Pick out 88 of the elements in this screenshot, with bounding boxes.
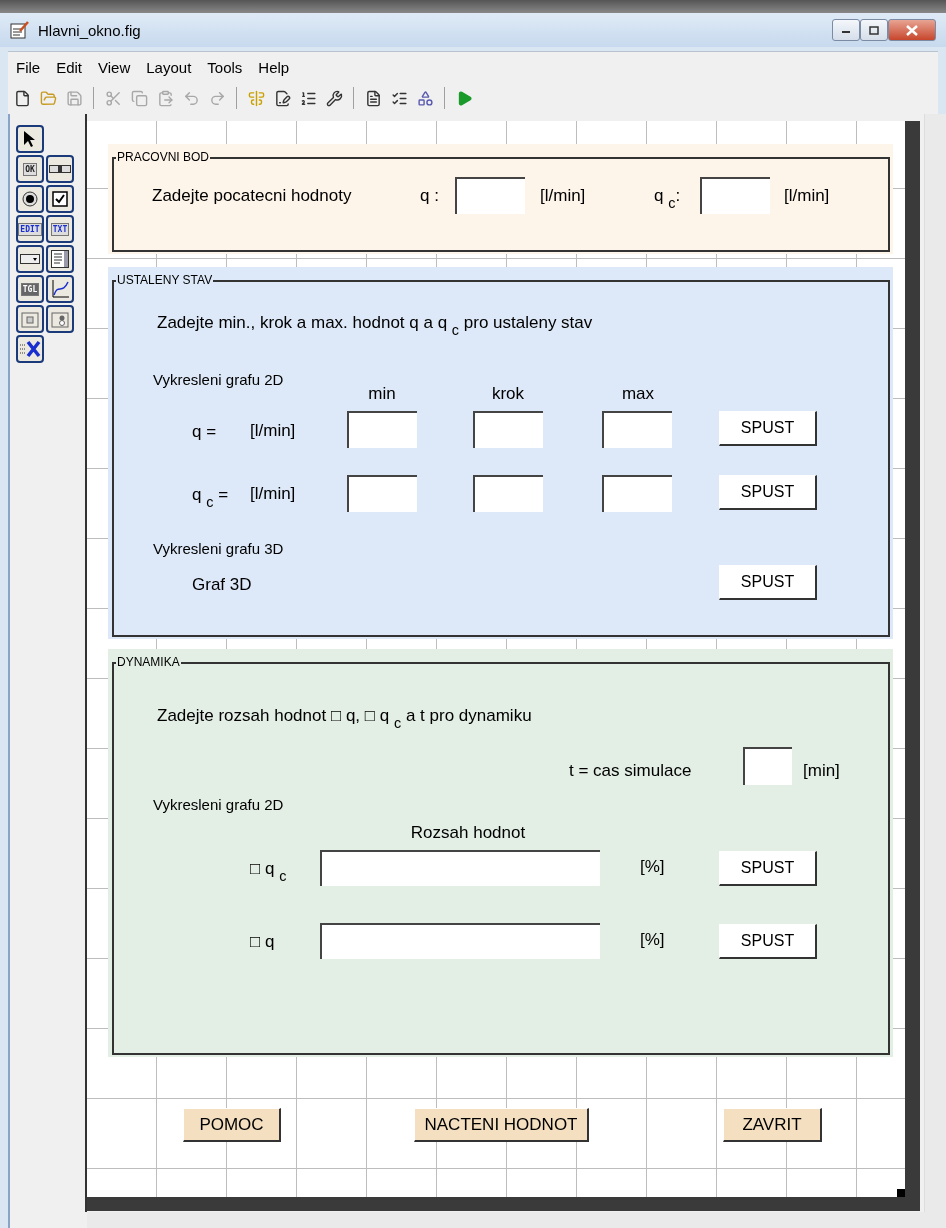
- pointer-icon: [23, 130, 37, 148]
- menu-item[interactable]: Layout: [138, 58, 200, 76]
- button-group-tool[interactable]: [46, 305, 74, 333]
- static-text-tool[interactable]: TXT: [46, 215, 74, 243]
- slider-icon: [49, 165, 71, 173]
- menu-item[interactable]: File: [8, 58, 49, 76]
- radio-button-tool[interactable]: [16, 185, 44, 213]
- unit-label: [%]: [640, 930, 665, 950]
- menu-item[interactable]: Help: [250, 58, 298, 76]
- row-label: q $_{c}$ =: [192, 485, 229, 512]
- unit-label: [l/min]: [250, 484, 296, 504]
- section-label: Vykresleni grafu 3D: [153, 539, 284, 559]
- checkbox-tool[interactable]: [46, 185, 74, 213]
- input-field[interactable]: [320, 923, 600, 959]
- input-field[interactable]: [473, 411, 543, 448]
- input-field[interactable]: [455, 177, 525, 214]
- run-button[interactable]: SPUST: [719, 411, 817, 446]
- input-field[interactable]: [602, 475, 672, 512]
- close-icon: [906, 24, 918, 36]
- edit-text-tool[interactable]: EDIT: [16, 215, 44, 243]
- row-label: □ q: [250, 932, 275, 952]
- unit-label: [l/min]: [784, 186, 830, 206]
- range-heading: Rozsah hodnot: [410, 823, 526, 843]
- panel-title: DYNAMIKA: [116, 655, 181, 669]
- input-field[interactable]: [347, 411, 417, 448]
- panel-title: PRACOVNI BOD: [116, 150, 210, 164]
- input-field[interactable]: [743, 747, 792, 785]
- menu-item[interactable]: View: [90, 58, 139, 76]
- prompt-text: Zadejte min., krok a max. hodnot q a q $_{c}$ pro ustaleny stav: [157, 313, 593, 340]
- row-label: Graf 3D: [192, 575, 252, 595]
- activex-tool[interactable]: [16, 335, 44, 363]
- button-group-icon: [51, 310, 69, 328]
- unit-label: [%]: [640, 857, 665, 877]
- unit-label: [l/min]: [250, 421, 296, 441]
- panel-title: USTALENY STAV: [116, 273, 214, 287]
- section-label: Vykresleni grafu 2D: [153, 370, 284, 390]
- push-button-tool[interactable]: OK: [16, 155, 44, 183]
- wrench-icon[interactable]: [324, 88, 344, 108]
- row-label: q =: [192, 422, 217, 442]
- minimize-button[interactable]: [832, 19, 860, 41]
- input-field[interactable]: [602, 411, 672, 448]
- action-button[interactable]: POMOC: [183, 1108, 281, 1142]
- column-heading: krok: [491, 384, 525, 404]
- panel-icon: [21, 310, 39, 328]
- list-icon: [51, 250, 69, 268]
- listbox-tool[interactable]: [46, 245, 74, 273]
- unit-label: [min]: [803, 761, 840, 781]
- prompt-text: Zadejte rozsah hodnot □ q, □ q $_{c}$ a t pro dynamiku: [157, 706, 532, 733]
- prompt-text: Zadejte pocatecni hodnoty: [152, 186, 352, 206]
- radio-icon: [22, 191, 38, 207]
- run-button[interactable]: SPUST: [719, 565, 817, 600]
- close-button[interactable]: [888, 19, 936, 41]
- input-field[interactable]: [347, 475, 417, 512]
- column-heading: max: [621, 384, 655, 404]
- input-field[interactable]: [320, 850, 600, 886]
- field-label: q $_{c}$:: [654, 186, 681, 213]
- axes-tool[interactable]: [46, 275, 74, 303]
- unit-label: [l/min]: [540, 186, 586, 206]
- field-label: q :: [420, 186, 439, 206]
- shapes-icon[interactable]: [415, 88, 435, 108]
- action-button[interactable]: ZAVRIT: [723, 1108, 822, 1142]
- input-field[interactable]: [473, 475, 543, 512]
- checkbox-icon: [52, 191, 68, 207]
- horizontal-scrollbar[interactable]: [87, 1212, 946, 1228]
- panel-tool[interactable]: [16, 305, 44, 333]
- maximize-button[interactable]: [860, 19, 888, 41]
- toggle-button-tool[interactable]: TGL: [16, 275, 44, 303]
- chart-icon: [50, 279, 70, 299]
- slider-tool[interactable]: [46, 155, 74, 183]
- window-title: Hlavni_okno.fig: [38, 21, 142, 39]
- maximize-icon: [869, 25, 879, 35]
- menu-item[interactable]: Tools: [199, 58, 251, 76]
- popup-menu-tool[interactable]: [16, 245, 44, 273]
- dropdown-icon: [20, 254, 40, 264]
- run-button[interactable]: SPUST: [719, 851, 817, 886]
- field-label: t = cas simulace: [569, 761, 692, 781]
- figure-file-icon: [10, 21, 30, 39]
- run-button[interactable]: SPUST: [719, 924, 817, 959]
- pointer-tool[interactable]: [16, 125, 44, 153]
- column-heading: min: [368, 384, 396, 404]
- row-label: □ q $_{c}$: [250, 859, 287, 886]
- section-label: Vykresleni grafu 2D: [153, 795, 284, 815]
- resize-handle[interactable]: [897, 1189, 905, 1197]
- input-field[interactable]: [700, 177, 770, 214]
- run-button[interactable]: SPUST: [719, 475, 817, 510]
- action-button[interactable]: NACTENI HODNOT: [414, 1108, 589, 1142]
- activex-icon: [19, 340, 41, 358]
- menu-item[interactable]: Edit: [48, 58, 91, 76]
